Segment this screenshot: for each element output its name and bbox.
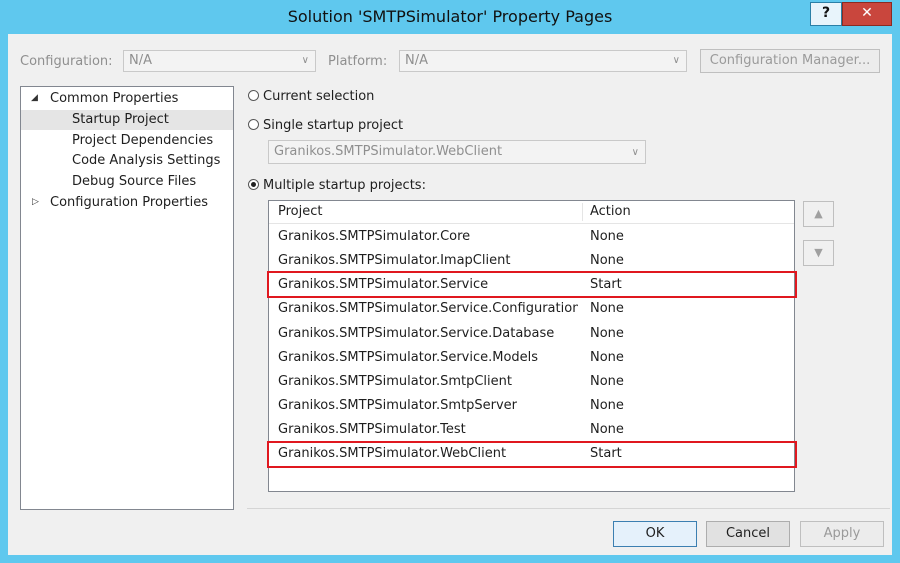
current-selection-label: Current selection [263, 89, 375, 104]
arrow-up-icon: ▲ [814, 207, 823, 220]
platform-value: N/A [405, 53, 428, 68]
project-cell: Granikos.SMTPSimulator.ImapClient [278, 253, 511, 268]
tree-node-configuration-properties[interactable]: Configuration Properties [50, 193, 208, 213]
expanded-triangle-icon[interactable]: ◢ [31, 93, 38, 103]
ok-button[interactable]: OK [613, 521, 697, 547]
table-row[interactable]: Granikos.SMTPSimulator.ImapClient None [269, 249, 794, 273]
cancel-button[interactable]: Cancel [706, 521, 790, 547]
chevron-down-icon: ∨ [631, 147, 639, 158]
window-title: Solution 'SMTPSimulator' Property Pages [287, 7, 613, 26]
platform-label: Platform: [328, 54, 388, 69]
single-startup-radio[interactable]: Single startup project [248, 117, 403, 135]
tree-item-startup-project[interactable]: Startup Project [21, 110, 233, 130]
radio-unchecked-icon [248, 119, 259, 130]
project-cell: Granikos.SMTPSimulator.Service.Database [278, 326, 555, 341]
project-cell: Granikos.SMTPSimulator.Core [278, 229, 471, 244]
configuration-manager-button[interactable]: Configuration Manager... [700, 49, 880, 73]
action-cell[interactable]: None [590, 225, 690, 249]
collapsed-triangle-icon[interactable]: ▷ [32, 197, 39, 207]
button-separator [247, 508, 890, 509]
title-bar[interactable]: Solution 'SMTPSimulator' Property Pages … [0, 0, 900, 34]
action-cell[interactable]: None [590, 346, 690, 370]
project-cell: Granikos.SMTPSimulator.Test [278, 422, 466, 437]
arrow-down-icon: ▼ [814, 246, 823, 259]
action-cell[interactable]: None [590, 394, 690, 418]
move-down-button[interactable]: ▼ [803, 240, 834, 266]
platform-dropdown[interactable]: N/A ∨ [399, 50, 687, 72]
table-row[interactable]: Granikos.SMTPSimulator.Service.Models Non… [269, 346, 794, 370]
project-cell: Granikos.SMTPSimulator.SmtpServer [278, 398, 517, 413]
tree-item-project-dependencies[interactable]: Project Dependencies [72, 131, 213, 151]
current-selection-radio[interactable]: Current selection [248, 88, 374, 106]
action-cell[interactable]: None [590, 370, 690, 394]
dialog-client-area: Configuration: N/A ∨ Platform: N/A ∨ Con… [8, 34, 892, 555]
close-button[interactable]: ✕ [842, 2, 892, 26]
table-row[interactable]: Granikos.SMTPSimulator.SmtpServer None [269, 394, 794, 418]
table-row[interactable]: Granikos.SMTPSimulator.Core None [269, 225, 794, 249]
chevron-down-icon: ∨ [301, 55, 309, 66]
configuration-dropdown[interactable]: N/A ∨ [123, 50, 316, 72]
single-startup-label: Single startup project [263, 118, 404, 133]
highlight-box-webclient [267, 441, 797, 468]
chevron-down-icon: ∨ [672, 55, 680, 66]
configuration-label: Configuration: [20, 54, 113, 69]
tree-item-debug-source-files[interactable]: Debug Source Files [72, 172, 196, 192]
table-row[interactable]: Granikos.SMTPSimulator.SmtpClient None [269, 370, 794, 394]
single-startup-value: Granikos.SMTPSimulator.WebClient [274, 144, 503, 159]
action-cell[interactable]: None [590, 418, 690, 442]
help-button[interactable]: ? [810, 2, 842, 26]
apply-button[interactable]: Apply [800, 521, 884, 547]
multiple-startup-label: Multiple startup projects: [263, 178, 426, 193]
project-cell: Granikos.SMTPSimulator.Service.Models [278, 350, 539, 365]
action-cell[interactable]: None [590, 249, 690, 273]
radio-unchecked-icon [248, 90, 259, 101]
single-startup-dropdown[interactable]: Granikos.SMTPSimulator.WebClient ∨ [268, 140, 646, 164]
column-header-project[interactable]: Project [278, 201, 322, 223]
tree-node-common-properties[interactable]: Common Properties [50, 89, 178, 109]
table-row[interactable]: Granikos.SMTPSimulator.Service.Configura… [269, 297, 794, 321]
property-tree[interactable]: ◢ Common Properties Startup Project Proj… [20, 86, 234, 510]
project-cell: Granikos.SMTPSimulator.SmtpClient [278, 374, 512, 389]
property-pages-window: Solution 'SMTPSimulator' Property Pages … [0, 0, 900, 563]
column-header-action[interactable]: Action [590, 201, 631, 223]
table-row[interactable]: Granikos.SMTPSimulator.Service.Database N… [269, 322, 794, 346]
action-cell[interactable]: None [590, 297, 690, 321]
multiple-startup-radio[interactable]: Multiple startup projects: [248, 177, 426, 195]
action-cell[interactable]: None [590, 322, 690, 346]
move-up-button[interactable]: ▲ [803, 201, 834, 227]
configuration-value: N/A [129, 53, 152, 68]
highlight-box-service [267, 271, 797, 298]
column-separator[interactable] [582, 203, 583, 221]
list-header: Project Action [269, 201, 794, 224]
radio-checked-icon [248, 179, 259, 190]
project-cell: Granikos.SMTPSimulator.Service.Configura… [278, 301, 578, 316]
tree-item-code-analysis-settings[interactable]: Code Analysis Settings [72, 151, 220, 171]
table-row[interactable]: Granikos.SMTPSimulator.Test None [269, 418, 794, 442]
